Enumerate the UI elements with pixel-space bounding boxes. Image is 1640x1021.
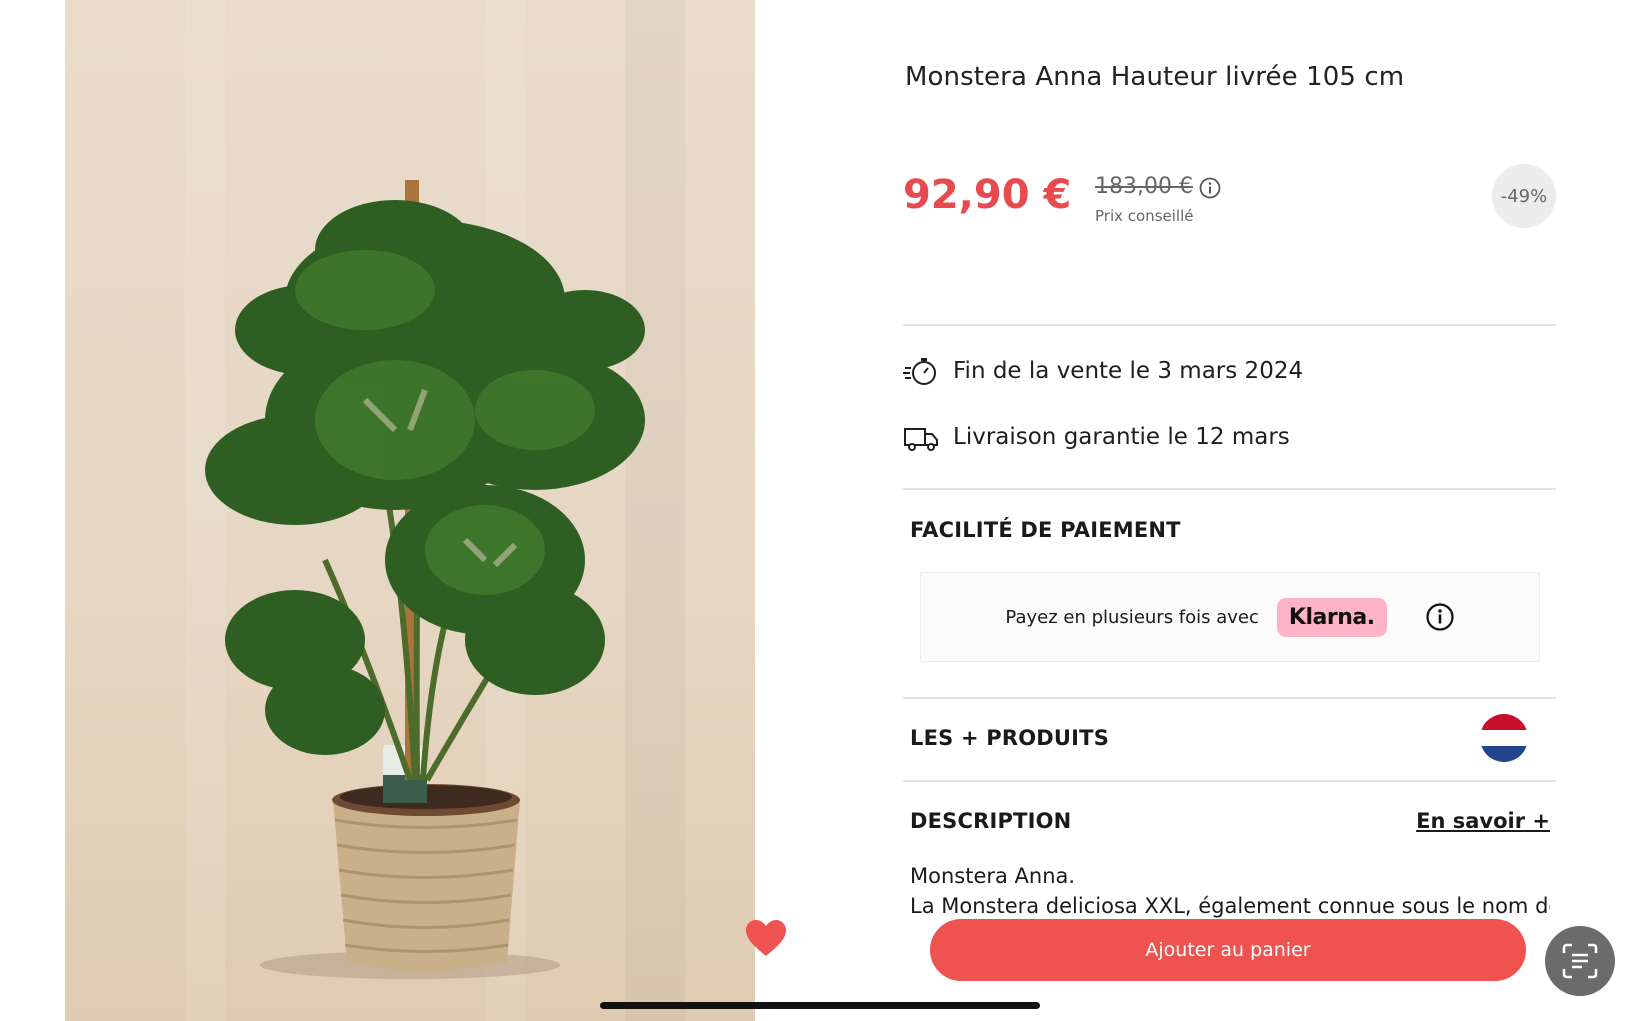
divider <box>903 324 1556 326</box>
heart-icon[interactable] <box>744 918 788 958</box>
sale-end-row: Fin de la vente le 3 mars 2024 <box>903 355 1303 387</box>
info-icon[interactable] <box>1425 602 1455 632</box>
info-icon[interactable] <box>1199 177 1221 199</box>
home-indicator[interactable] <box>600 1002 1040 1009</box>
scan-text-button[interactable] <box>1545 926 1615 996</box>
divider <box>903 697 1556 699</box>
products-section-title[interactable]: LES + PRODUITS <box>910 726 1109 750</box>
klarna-text: Payez en plusieurs fois avec <box>1005 606 1259 628</box>
product-image[interactable] <box>65 0 755 1021</box>
product-title: Monstera Anna Hauteur livrée 105 cm <box>905 62 1405 92</box>
netherlands-flag-icon <box>1480 714 1528 762</box>
current-price: 92,90 € <box>903 172 1072 218</box>
delivery-row: Livraison garantie le 12 mars <box>903 421 1290 453</box>
divider <box>903 488 1556 490</box>
description-line-2: La Monstera deliciosa XXL, également con… <box>910 894 1550 918</box>
scan-text-icon <box>1562 943 1598 979</box>
add-to-cart-button[interactable]: Ajouter au panier <box>930 919 1526 981</box>
discount-badge: -49% <box>1492 164 1556 228</box>
divider <box>903 780 1556 782</box>
payment-section-title: FACILITÉ DE PAIEMENT <box>910 518 1181 542</box>
description-line-1: Monstera Anna. <box>910 864 1076 888</box>
truck-icon <box>904 428 938 451</box>
klarna-box[interactable]: Payez en plusieurs fois avec Klarna. <box>920 572 1540 662</box>
learn-more-link[interactable]: En savoir + <box>1416 809 1550 833</box>
delivery-text: Livraison garantie le 12 mars <box>953 424 1290 450</box>
klarna-logo: Klarna. <box>1276 597 1387 637</box>
recommended-price-label: Prix conseillé <box>1095 207 1194 225</box>
sale-end-text: Fin de la vente le 3 mars 2024 <box>953 358 1304 384</box>
description-section-title: DESCRIPTION <box>910 809 1072 833</box>
stopwatch-icon <box>903 358 936 385</box>
old-price: 183,00 € <box>1095 174 1193 199</box>
